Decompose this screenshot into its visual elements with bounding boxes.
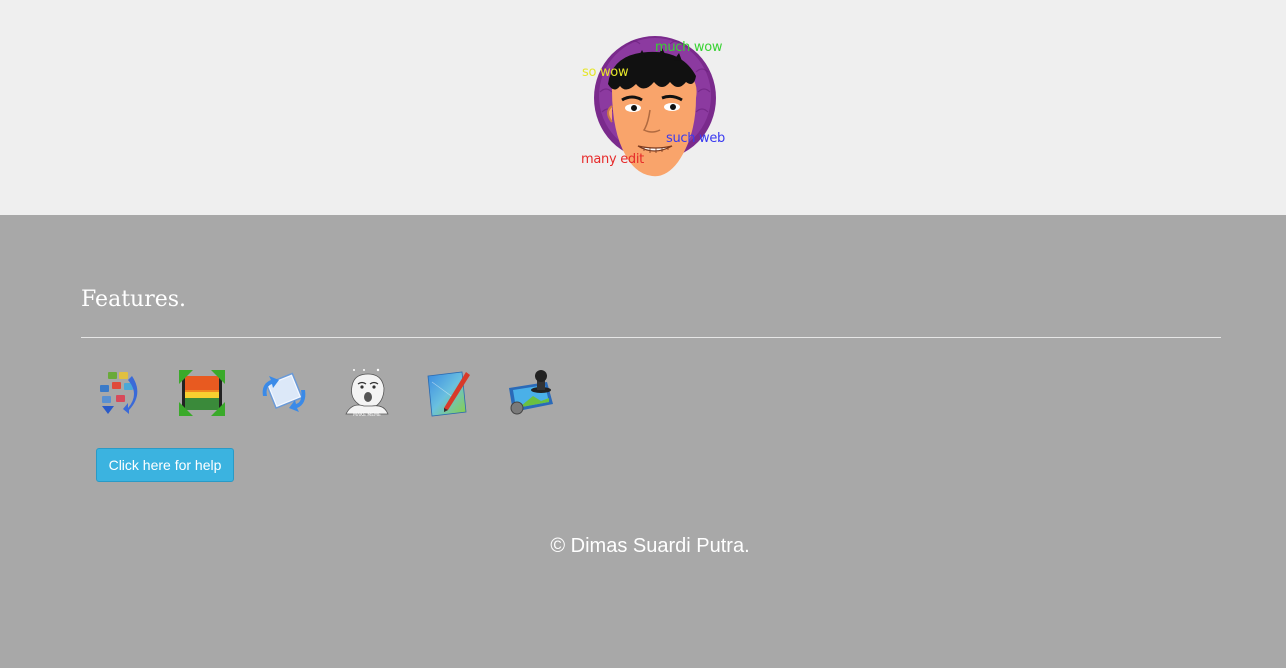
watermark-stamp-icon[interactable] — [507, 368, 557, 418]
image-rotate-icon[interactable] — [259, 368, 309, 418]
logo-text-much-wow: much wow — [655, 40, 723, 55]
logo-text-so-wow: so wow — [582, 65, 629, 80]
section-title: Features. — [81, 287, 187, 312]
image-convert-icon[interactable] — [94, 368, 144, 418]
image-resize-icon[interactable] — [177, 368, 227, 418]
features-section: Features. MAKE MEME Click here for help … — [0, 215, 1286, 668]
logo-text-many-edit: many edit — [581, 152, 644, 167]
logo-text-such-web: such web — [666, 131, 726, 146]
meme-maker-icon[interactable]: MAKE MEME — [342, 368, 392, 418]
site-logo[interactable]: much wow so wow such web many edit — [578, 32, 730, 182]
header: much wow so wow such web many edit — [0, 0, 1286, 215]
copyright-text: © Dimas Suardi Putra. — [550, 535, 750, 557]
section-divider — [81, 337, 1221, 338]
image-edit-icon[interactable] — [424, 368, 474, 418]
meme-icon-caption: MAKE MEME — [353, 412, 381, 418]
help-button[interactable]: Click here for help — [96, 448, 234, 482]
